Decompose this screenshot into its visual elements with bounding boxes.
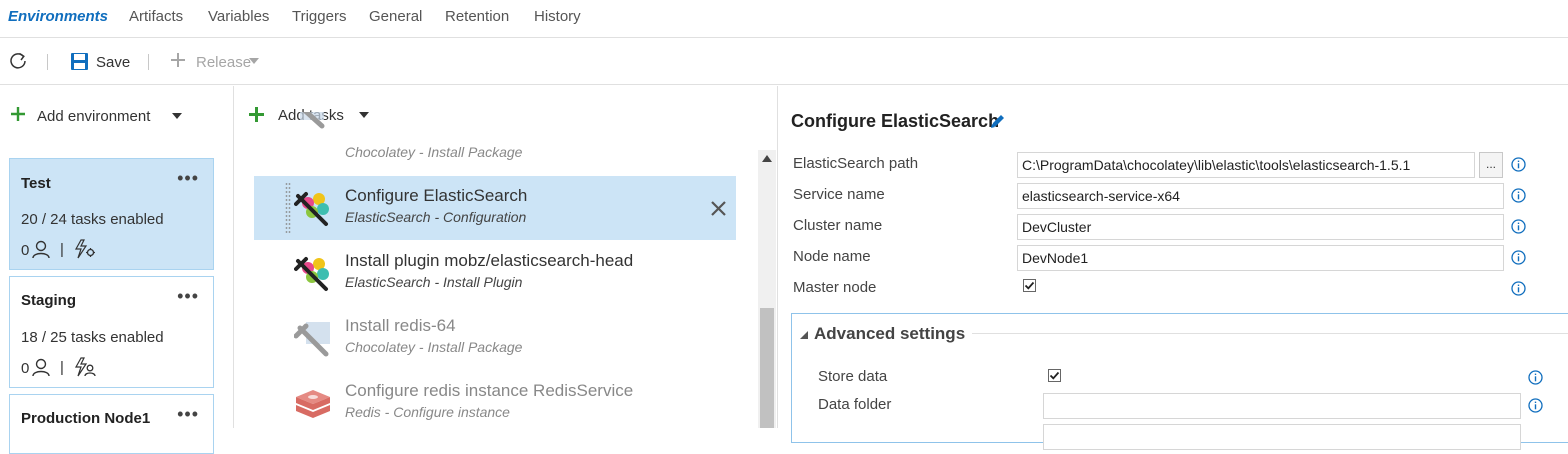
deployment-conditions-icon[interactable] [74, 239, 96, 259]
tab-bar: Environments Artifacts Variables Trigger… [0, 0, 1568, 38]
task-detail-title: Configure ElasticSearch [791, 111, 1000, 131]
info-icon[interactable] [1511, 281, 1526, 296]
advanced-settings-group: Advanced settings Store data Data folder [791, 313, 1568, 450]
task-subtitle: Chocolatey - Install Package [345, 144, 523, 160]
add-environment-label: Add environment [37, 108, 151, 125]
add-environment-button[interactable]: Add environment [8, 104, 188, 128]
field-label: Master node [793, 279, 877, 296]
field-label: Cluster name [793, 217, 883, 234]
field-label: Store data [818, 368, 888, 385]
toolbar: Save Release [0, 39, 1568, 85]
collapse-triangle-icon[interactable] [800, 331, 808, 339]
chevron-down-icon [249, 58, 259, 64]
release-button[interactable]: Release [168, 49, 262, 75]
divider-pipe: | [60, 359, 64, 376]
task-row-configure-redis[interactable]: Configure redis instance RedisService Re… [254, 371, 736, 435]
task-title: Configure ElasticSearch [345, 186, 528, 205]
environment-card-staging[interactable]: Staging ••• 18 / 25 tasks enabled 0 | [9, 276, 214, 388]
task-row[interactable]: Chocolatey - Install Package [254, 112, 736, 160]
close-icon[interactable] [711, 201, 726, 216]
browse-button[interactable]: ... [1479, 152, 1503, 178]
info-icon[interactable] [1511, 188, 1526, 203]
task-row-configure-elasticsearch[interactable]: Configure ElasticSearch ElasticSearch - … [254, 176, 736, 240]
more-options-icon[interactable]: ••• [177, 168, 199, 189]
tab-general[interactable]: General [369, 8, 422, 25]
info-icon[interactable] [1528, 370, 1543, 385]
save-button[interactable]: Save [68, 49, 130, 75]
environments-panel: Add environment Test ••• 20 / 24 tasks e… [0, 86, 234, 454]
info-icon[interactable] [1528, 398, 1543, 413]
environment-name: Test [21, 175, 51, 192]
tasks-enabled-count: 18 / 25 tasks enabled [21, 329, 164, 346]
task-title: Configure redis instance RedisService [345, 381, 634, 400]
chevron-down-icon[interactable] [172, 113, 182, 119]
tasks-enabled-count: 20 / 24 tasks enabled [21, 211, 164, 228]
tab-environments[interactable]: Environments [8, 8, 108, 25]
environment-card-test[interactable]: Test ••• 20 / 24 tasks enabled 0 | [9, 158, 214, 270]
info-icon[interactable] [1511, 219, 1526, 234]
field-label: Data folder [818, 396, 892, 413]
plus-icon [11, 107, 25, 121]
tasks-panel: Add tasks Chocolatey - Install Package C… [234, 86, 778, 428]
elasticsearch-path-input[interactable]: C:\ProgramData\chocolatey\lib\elastic\to… [1017, 152, 1475, 178]
task-row-install-redis[interactable]: Install redis-64 Chocolatey - Install Pa… [254, 306, 736, 370]
approvers-count: 0 [21, 242, 30, 259]
release-label: Release [196, 54, 252, 71]
tab-artifacts[interactable]: Artifacts [129, 8, 183, 25]
task-title: Install redis-64 [345, 316, 456, 335]
info-icon[interactable] [1511, 250, 1526, 265]
field-label: ElasticSearch path [793, 155, 919, 172]
node-name-input[interactable]: DevNode1 [1017, 245, 1504, 271]
deployment-conditions-icon[interactable] [74, 357, 96, 377]
edit-pencil-icon[interactable] [989, 112, 1007, 130]
checkmark-icon [1049, 371, 1060, 380]
user-icon[interactable] [32, 240, 50, 259]
service-name-input[interactable]: elasticsearch-service-x64 [1017, 183, 1504, 209]
advanced-settings-title[interactable]: Advanced settings [814, 324, 965, 344]
data-folder-input[interactable] [1043, 393, 1521, 419]
task-row-install-plugin[interactable]: Install plugin mobz/elasticsearch-head E… [254, 241, 736, 305]
scroll-thumb[interactable] [760, 308, 774, 428]
task-subtitle: ElasticSearch - Install Plugin [345, 274, 523, 290]
approvers-count: 0 [21, 360, 30, 377]
environment-name: Production Node1 [21, 410, 151, 427]
task-subtitle: ElasticSearch - Configuration [345, 209, 527, 225]
store-data-checkbox[interactable] [1048, 369, 1061, 382]
info-icon[interactable] [1511, 157, 1526, 172]
group-divider [972, 333, 1568, 334]
save-label: Save [96, 54, 131, 71]
elasticsearch-icon [294, 257, 329, 291]
toolbar-divider [148, 54, 149, 70]
refresh-icon[interactable] [8, 51, 28, 71]
task-subtitle: Chocolatey - Install Package [345, 339, 523, 355]
user-icon[interactable] [32, 358, 50, 377]
cluster-name-input[interactable]: DevCluster [1017, 214, 1504, 240]
tab-retention[interactable]: Retention [445, 8, 509, 25]
field-label: Node name [793, 248, 871, 265]
scroll-up-arrow-icon[interactable] [762, 155, 772, 162]
task-title: Install plugin mobz/elasticsearch-head [345, 251, 634, 270]
more-options-icon[interactable]: ••• [177, 404, 199, 425]
elasticsearch-icon [294, 192, 329, 226]
more-options-icon[interactable]: ••• [177, 286, 199, 307]
redis-icon [296, 390, 330, 418]
divider-pipe: | [60, 241, 64, 258]
task-subtitle: Redis - Configure instance [345, 404, 510, 420]
task-list-scrollbar[interactable] [758, 150, 776, 428]
toolbar-divider [47, 54, 48, 70]
chocolatey-icon [294, 322, 330, 357]
drag-handle-icon[interactable] [285, 182, 291, 234]
chocolatey-icon [300, 112, 325, 129]
checkmark-icon [1024, 281, 1035, 290]
master-node-checkbox[interactable] [1023, 279, 1036, 292]
environment-card-production-node1[interactable]: Production Node1 ••• [9, 394, 214, 454]
tab-history[interactable]: History [534, 8, 581, 25]
task-detail-panel: Configure ElasticSearch ElasticSearch pa… [779, 86, 1568, 450]
plus-icon [171, 53, 185, 67]
tab-variables[interactable]: Variables [208, 8, 269, 25]
field-label: Service name [793, 186, 885, 203]
save-icon [71, 53, 88, 70]
tab-triggers[interactable]: Triggers [292, 8, 346, 25]
environment-name: Staging [21, 292, 76, 309]
